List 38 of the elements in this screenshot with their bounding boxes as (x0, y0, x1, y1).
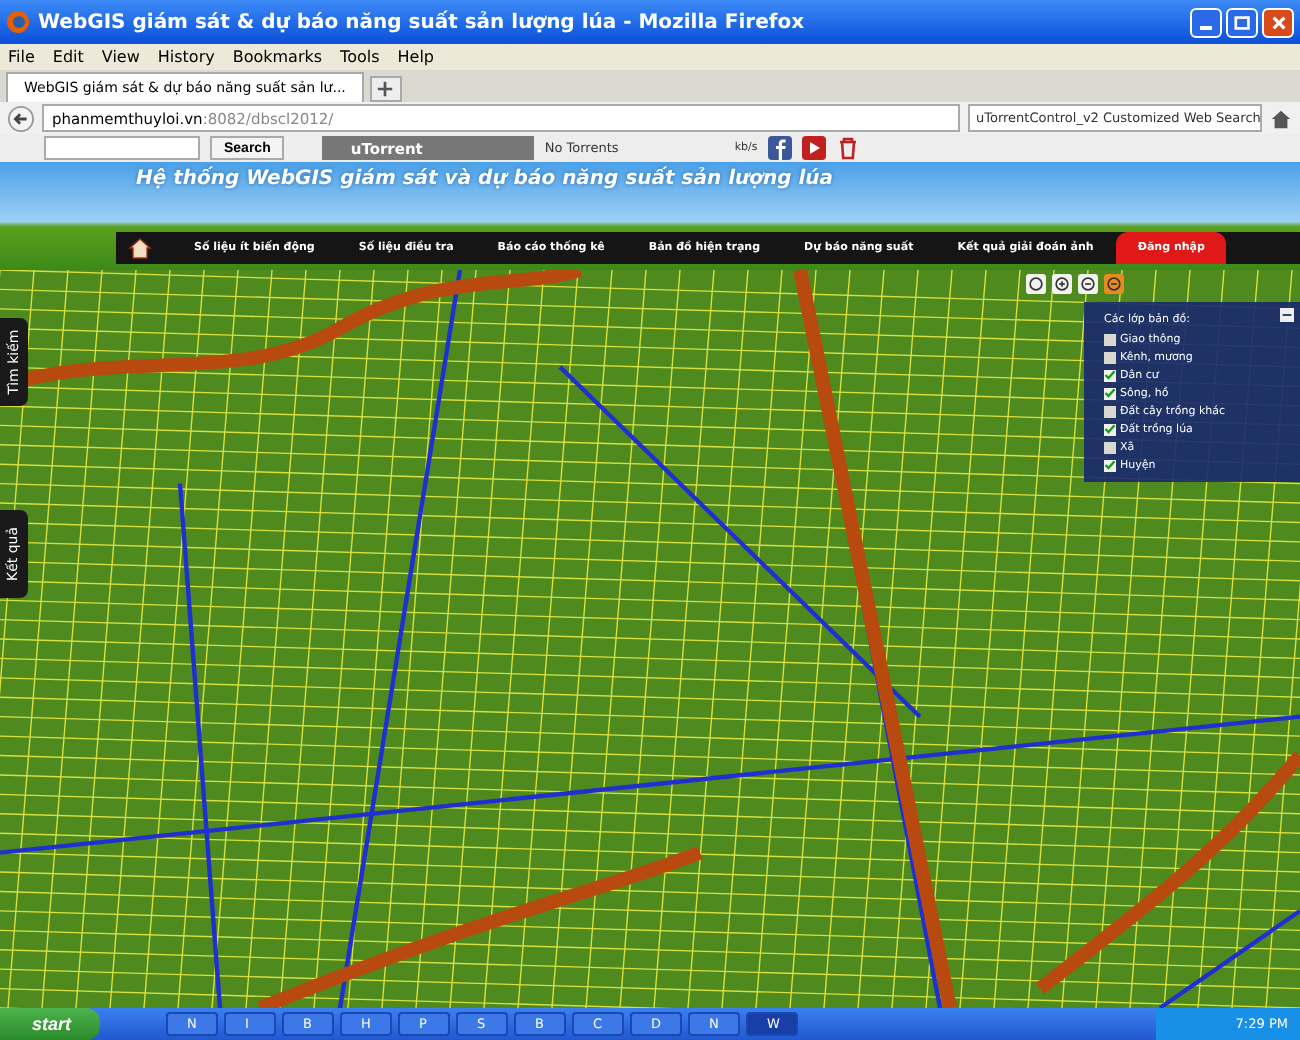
layer-checkbox[interactable] (1104, 369, 1116, 381)
zoom-in-icon[interactable] (1052, 274, 1072, 294)
map-drawing[interactable] (0, 270, 1300, 1008)
new-tab-button[interactable] (369, 76, 402, 102)
zoom-box-icon[interactable] (1104, 274, 1124, 294)
menu-item[interactable]: Help (397, 48, 435, 66)
close-icon (1269, 13, 1287, 31)
menu-item[interactable]: Tools (340, 48, 380, 66)
layer-checkbox[interactable] (1104, 405, 1116, 417)
search-input[interactable] (44, 136, 200, 160)
maximize-icon (1233, 13, 1251, 31)
home-icon[interactable] (1270, 107, 1292, 129)
maximize-button[interactable] (1226, 7, 1258, 37)
menu-item[interactable]: File (8, 48, 35, 66)
plus-icon (376, 80, 395, 98)
menu-item[interactable]: Edit (52, 48, 84, 66)
layer-checkbox[interactable] (1104, 441, 1116, 453)
layer-checkbox[interactable] (1104, 333, 1116, 345)
close-button[interactable] (1262, 7, 1294, 37)
layer-checkbox[interactable] (1104, 423, 1116, 435)
window-title: WebGIS giám sát & dự báo năng suất sản lượng lúa - Mozilla Firefox (38, 11, 807, 33)
browser-logo-icon (6, 10, 30, 34)
layer-checkbox[interactable] (1104, 387, 1116, 399)
home-icon[interactable] (128, 236, 152, 260)
facebook-icon[interactable] (767, 136, 792, 160)
collapse-icon[interactable] (1280, 308, 1294, 322)
minimize-icon (1200, 25, 1212, 29)
menu-item[interactable]: History (157, 48, 215, 66)
layer-checkbox[interactable] (1104, 459, 1116, 471)
back-icon[interactable] (8, 105, 34, 131)
zoom-out-icon[interactable] (1078, 274, 1098, 294)
menu-item[interactable]: Bookmarks (232, 48, 323, 66)
site-title: Hệ thống WebGIS giám sát và dự báo năng suất sản lượng lúa (134, 164, 836, 190)
minimize-button[interactable] (1190, 7, 1222, 37)
trash-icon[interactable] (835, 136, 860, 160)
menu-item[interactable]: View (101, 48, 140, 66)
layer-checkbox[interactable] (1104, 351, 1116, 363)
play-icon[interactable] (801, 136, 826, 160)
